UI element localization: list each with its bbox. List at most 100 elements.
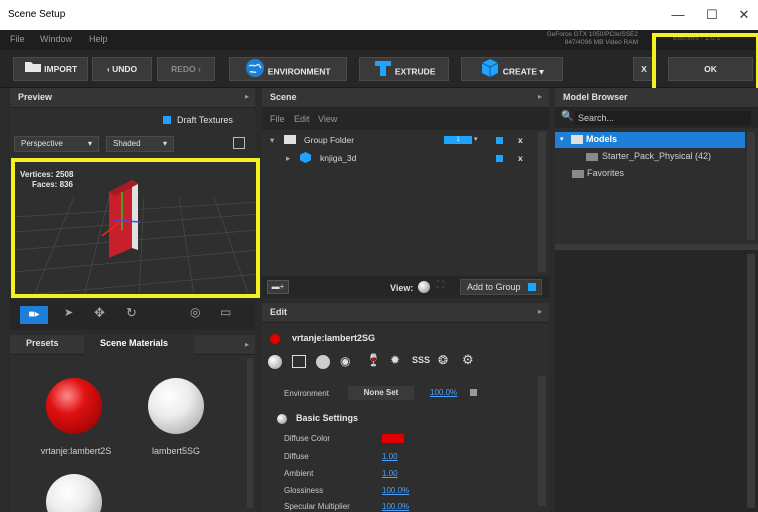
visibility-toggle[interactable] [496,137,503,144]
ambient-value[interactable]: 1.00 [382,466,398,482]
texture-icon[interactable] [292,355,306,368]
env-color-swatch[interactable] [470,389,477,396]
perspective-dropdown[interactable]: Perspective ▾ [14,136,99,152]
chevron-down-icon: ▾ [87,139,92,148]
scene-menu-edit[interactable]: Edit [294,114,310,124]
favorites-item[interactable]: Favorites [587,168,624,178]
chevron-down-icon[interactable]: ▾ [474,132,478,148]
select-tool-icon[interactable]: ➤ [64,306,73,319]
scene-expand-icon[interactable]: ▸ [538,92,542,101]
screen-tool-icon[interactable]: ▭ [220,305,231,319]
shaded-view-icon[interactable] [418,281,430,293]
draft-textures-checkbox[interactable] [163,116,171,124]
model-tree-scrollbar[interactable] [747,132,755,240]
diffuse-value[interactable]: 1.00 [382,449,398,465]
edit-scrollbar[interactable] [538,376,546,506]
model-search-input[interactable]: Search... [575,111,751,125]
close-window-button[interactable]: ✕ [734,6,754,24]
tree-row-knjiga[interactable]: ▸ knjiga_3d x [262,150,537,166]
materials-grid [10,355,255,512]
focus-tool-icon[interactable]: ◎ [190,305,200,319]
minimize-button[interactable]: — [668,6,688,24]
camera-tool-icon[interactable]: ■▸ [20,306,48,324]
undo-button[interactable]: ‹ UNDO [92,57,152,81]
pattern-icon[interactable]: ❂ [438,353,448,367]
window-titlebar: Scene Setup — ☐ ✕ [0,0,758,30]
environment-button[interactable]: ENVIRONMENT [229,57,347,81]
scene-panel-header: Scene [262,88,549,108]
gpu-name: GeForce GTX 1050/PCIe/SSE2 [546,31,638,38]
diffuse-color-swatch[interactable] [382,434,404,443]
view-label: View: [390,283,414,293]
new-folder-icon[interactable]: ▬+ [267,280,289,294]
add-to-group-label: Add to Group [467,282,521,292]
edit-expand-icon[interactable]: ▸ [538,307,542,316]
env-dropdown[interactable]: None Set [348,386,414,400]
perspective-value: Perspective [21,139,63,148]
sphere-preview-icon[interactable] [268,355,282,369]
gear-icon[interactable]: ⚙ [462,352,474,368]
rotate-tool-icon[interactable]: ↻ [126,305,137,321]
layer-badge[interactable]: 1 [444,136,472,144]
preview-expand-icon[interactable]: ▸ [245,92,249,101]
starter-pack-item[interactable]: Starter_Pack_Physical (42) [602,151,711,161]
extrude-button[interactable]: EXTRUDE [359,57,449,81]
tree-row-models[interactable]: ▾ Models [555,132,745,148]
import-label: IMPORT [44,64,78,74]
maximize-button[interactable]: ☐ [702,6,722,24]
scene-menu-file[interactable]: File [270,114,285,124]
add-to-group-button[interactable]: Add to Group [460,279,542,295]
create-button[interactable]: CREATE ▾ [461,57,563,81]
group-folder-label: Group Folder [304,135,355,145]
menu-file[interactable]: File [10,34,25,44]
scene-title: Scene [270,92,297,102]
specular-value[interactable]: 100.0% [382,499,409,512]
search-icon: 🔍 [561,111,574,122]
mesh-icon [300,152,311,163]
gpu-vram: 847/4096 MB Video RAM [564,39,638,46]
diffuse-color-label: Diffuse Color [284,434,331,443]
shading-icon[interactable] [316,355,330,369]
visibility-toggle[interactable] [496,155,503,162]
sss-tab[interactable]: SSS [412,355,430,365]
light-icon[interactable]: ✹ [390,353,400,367]
material-ball-red[interactable] [46,378,102,434]
basic-settings-title[interactable]: Basic Settings [296,413,358,423]
window-title: Scene Setup [8,9,66,20]
delete-x-icon[interactable]: x [518,132,523,148]
shading-dropdown[interactable]: Shaded ▾ [106,136,174,152]
chevron-down-icon: ▾ [162,139,167,148]
glossiness-value[interactable]: 100.0% [382,483,409,499]
delete-x-icon[interactable]: x [518,150,523,166]
menu-help[interactable]: Help [89,34,108,44]
wire-view-icon[interactable]: ⛶ [437,280,444,291]
presets-scrollbar[interactable] [247,358,253,508]
env-label: Environment [284,389,329,398]
expand-right-icon: ▸ [286,153,291,163]
popout-icon[interactable] [233,137,245,149]
tab-scene-materials[interactable]: Scene Materials [100,338,168,348]
model-thumbs-scrollbar[interactable] [747,254,755,508]
shading-value: Shaded [113,139,141,148]
cube-icon [480,58,500,86]
presets-expand-icon[interactable]: ▸ [245,340,249,349]
tree-row-group-folder[interactable]: ▾ Group Folder 1 ▾ x [262,132,537,148]
redo-button[interactable]: REDO › [157,57,215,81]
import-button[interactable]: IMPORT [13,57,88,81]
env-percent[interactable]: 100.0% [430,385,457,401]
move-tool-icon[interactable]: ✥ [94,305,105,321]
ambient-label: Ambient [284,469,314,478]
gpu-info: GeForce GTX 1050/PCIe/SSE2 847/4096 MB V… [547,31,638,47]
tab-presets[interactable]: Presets [26,338,59,348]
scene-menu-view[interactable]: View [318,114,337,124]
material-ball-white[interactable] [148,378,204,434]
extrude-icon [373,58,393,86]
glass-icon[interactable]: 🍷 [366,353,381,367]
diffuse-label: Diffuse [284,452,309,461]
scene-scrollbar[interactable] [538,132,546,272]
redo-chevron-icon: › [195,64,201,74]
reflection-icon[interactable]: ◉ [340,354,350,368]
material-name-title: vrtanje:lambert2SG [292,333,376,343]
menu-window[interactable]: Window [40,34,72,44]
folder-icon [284,135,296,144]
